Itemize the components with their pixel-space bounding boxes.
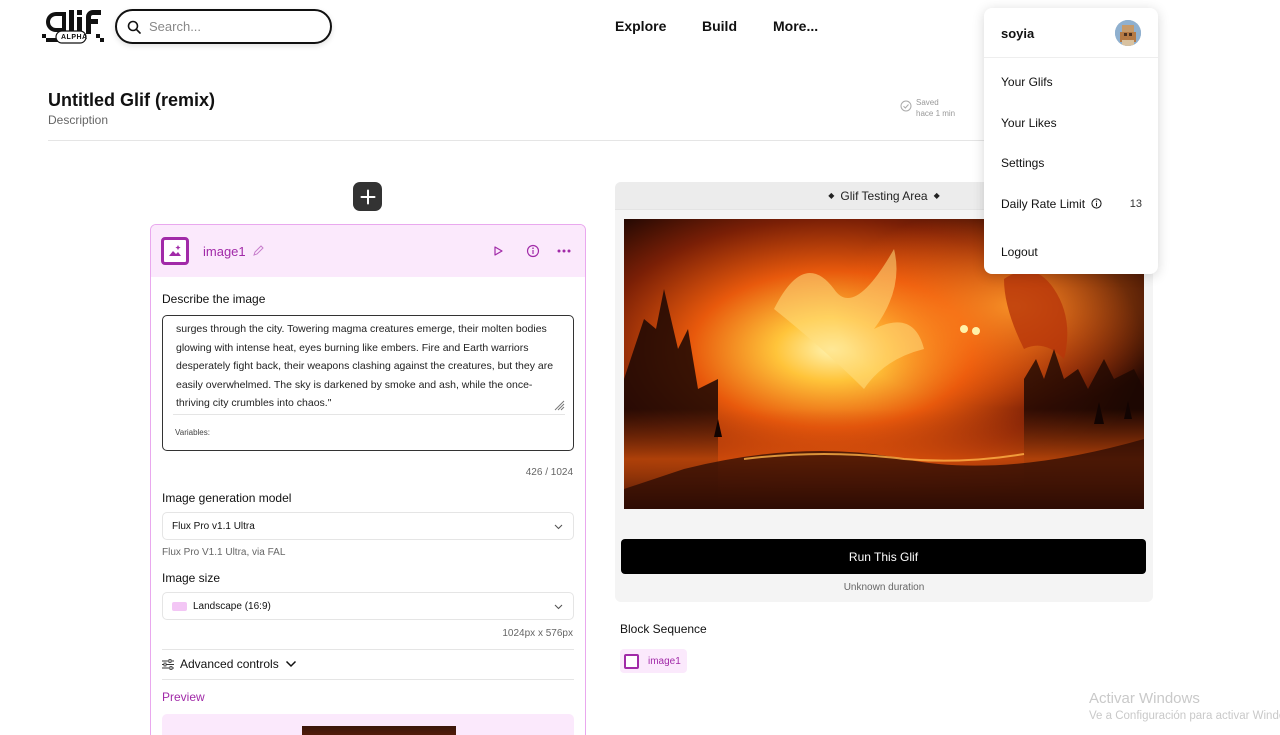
windows-activation-subtitle: Ve a Configuración para activar Windows. [1089,710,1280,722]
info-icon[interactable] [526,244,540,258]
image-block-card: image1 Describe the image surges through… [150,224,586,735]
sequence-item-image1[interactable]: image1 [620,649,687,673]
model-label: Image generation model [162,491,292,505]
diamond-icon: ◆ [933,191,940,200]
chevron-down-icon [554,604,563,610]
image-block-icon [624,653,639,669]
search-bar[interactable] [115,9,332,44]
run-duration: Unknown duration [843,582,925,593]
prompt-text[interactable]: surges through the city. Towering magma … [176,320,566,413]
saved-status: Saved hace 1 min [900,97,955,119]
size-value: Landscape (16:9) [193,600,271,612]
sliders-icon [162,658,174,670]
saved-time: hace 1 min [916,109,956,118]
page-description[interactable]: Description [48,113,108,127]
chevron-down-icon [285,660,296,668]
diamond-icon: ◆ [828,191,835,200]
page-title[interactable]: Untitled Glif (remix) [48,90,215,111]
rate-limit-label: Daily Rate Limit [1001,197,1086,211]
testing-area-title: Glif Testing Area [840,188,928,203]
rate-limit-value: 13 [1129,198,1142,210]
divider [162,679,574,680]
glif-logo[interactable]: ALPHA [42,8,104,46]
variables-label: Variables: [175,428,210,437]
menu-item-daily-rate-limit[interactable]: Daily Rate Limit [1001,197,1102,211]
search-input[interactable] [149,19,309,34]
nav-build[interactable]: Build [702,18,737,34]
chevron-down-icon [554,524,563,530]
logo-badge: ALPHA [61,34,88,41]
block-sequence-label: Block Sequence [620,622,707,636]
search-icon [127,20,141,34]
size-select[interactable]: Landscape (16:9) [162,592,574,620]
preview-area [162,714,574,735]
run-glif-button[interactable]: Run This Glif [621,539,1146,574]
add-block-button[interactable] [353,182,382,211]
plus-icon [360,189,375,204]
menu-divider [984,57,1158,58]
size-label: Image size [162,571,221,585]
menu-item-logout[interactable]: Logout [1001,245,1038,259]
model-note: Flux Pro V1.1 Ultra, via FAL [162,547,286,558]
saved-clock-icon [900,100,912,112]
avatar[interactable] [1115,20,1141,46]
model-select[interactable]: Flux Pro v1.1 Ultra [162,512,574,540]
resize-handle-icon[interactable] [554,400,565,411]
prompt-textarea[interactable]: surges through the city. Towering magma … [162,315,574,451]
sequence-item-label: image1 [648,655,681,667]
preview-thumbnail [302,726,456,735]
menu-item-settings[interactable]: Settings [1001,156,1044,170]
menu-item-your-likes[interactable]: Your Likes [1001,116,1057,130]
size-dims: 1024px x 576px [502,628,573,639]
avatar-image [1115,20,1141,46]
menu-item-your-glifs[interactable]: Your Glifs [1001,75,1053,89]
more-options-icon[interactable] [556,244,572,258]
saved-label: Saved [916,98,939,107]
model-value: Flux Pro v1.1 Ultra [172,520,255,532]
advanced-controls-label: Advanced controls [180,657,279,671]
block-header: image1 [151,225,585,277]
advanced-controls-toggle[interactable]: Advanced controls [162,657,297,671]
user-menu: soyia Your Glifs Your Likes Settings Dai… [984,8,1158,274]
windows-activation-title: Activar Windows [1089,690,1200,707]
pencil-icon[interactable] [252,245,264,257]
block-name[interactable]: image1 [203,244,246,259]
textarea-divider [173,414,565,415]
info-icon[interactable] [1091,198,1102,209]
play-icon[interactable] [491,244,505,258]
image-block-icon [161,237,189,265]
char-count: 426 / 1024 [525,467,573,478]
preview-label: Preview [162,690,205,704]
nav-more[interactable]: More... [773,18,818,34]
divider [162,649,574,650]
title-divider [48,140,984,141]
menu-username[interactable]: soyia [1001,26,1034,41]
nav-explore[interactable]: Explore [615,18,666,34]
prompt-label: Describe the image [162,292,266,306]
aspect-swatch-icon [172,601,187,611]
